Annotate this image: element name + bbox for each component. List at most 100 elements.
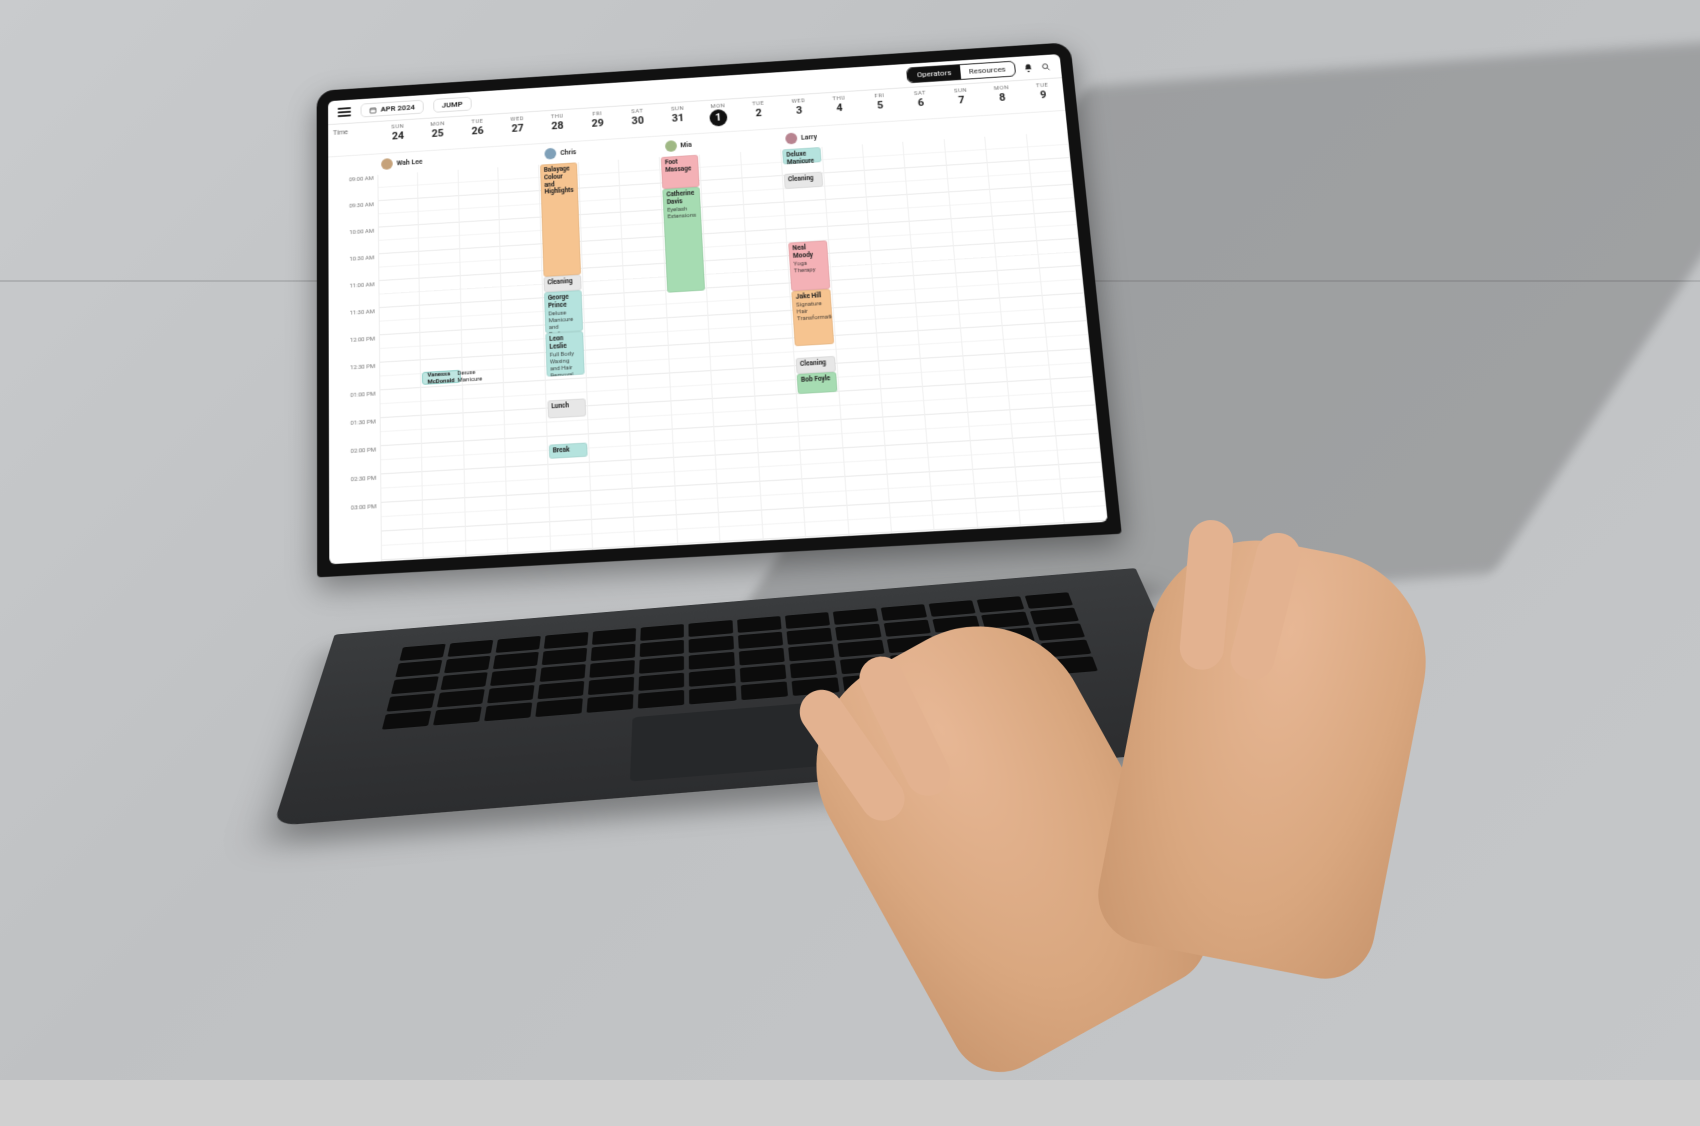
day-number: 6 <box>900 95 942 110</box>
operator-cell <box>904 129 945 132</box>
day-header-cell[interactable]: TUE26 <box>457 114 498 148</box>
day-number: 4 <box>819 100 860 115</box>
jump-label: JUMP <box>442 100 463 110</box>
event-subtitle: Deluxe Manicure and Pedicure <box>548 308 579 333</box>
event-title: Balayage Colour and Highlights <box>544 165 575 196</box>
event-subtitle: Yoga Therapy <box>793 259 824 275</box>
event-title: Bob Foyle <box>801 375 832 385</box>
event-title: Break <box>553 446 584 456</box>
time-label: 01:00 PM <box>329 390 380 421</box>
day-header-cell[interactable]: SUN31 <box>657 101 699 135</box>
calendar-event[interactable]: Cleaning <box>784 172 823 190</box>
calendar-event[interactable]: Neal MoodyYoga Therapy <box>788 240 830 291</box>
day-header-cell[interactable]: MON25 <box>418 117 458 151</box>
day-number: 5 <box>859 98 901 113</box>
time-label: 12:30 PM <box>329 363 380 394</box>
calendar-column[interactable] <box>378 172 424 562</box>
day-header-cell[interactable]: MON1 <box>697 99 739 133</box>
calendar-event[interactable]: Catherine DavisEyelash Extensions <box>662 187 705 293</box>
day-number: 1 <box>709 109 727 127</box>
calendar-grid[interactable]: 09:00 AM09:30 AM10:00 AM10:30 AM11:00 AM… <box>328 131 1108 564</box>
operator-cell <box>502 154 542 157</box>
topbar-left: APR 2024 JUMP <box>338 97 472 119</box>
day-number: 7 <box>941 93 983 108</box>
search-icon[interactable] <box>1041 62 1052 72</box>
calendar-event[interactable]: Jake HillSignature Hair Transformation <box>791 289 833 346</box>
hamburger-menu-icon[interactable] <box>338 107 351 117</box>
event-subtitle: Signature Hair Transformation <box>796 300 828 323</box>
operator-cell <box>823 134 863 137</box>
day-header-cell[interactable]: MON8 <box>980 81 1024 115</box>
day-header-cell[interactable]: TUE9 <box>1021 78 1065 112</box>
day-header-cell[interactable]: SUN7 <box>940 83 984 117</box>
day-header-cell[interactable]: THU28 <box>537 109 578 143</box>
operator-name: Larry <box>801 133 817 141</box>
date-picker-button[interactable]: APR 2024 <box>361 100 424 118</box>
event-title: Cleaning <box>788 175 818 184</box>
day-header-cell[interactable]: FRI5 <box>859 89 902 123</box>
operator-name: Chris <box>560 148 576 156</box>
day-header-cell[interactable]: TUE2 <box>738 96 780 130</box>
day-number: 26 <box>458 124 498 139</box>
day-number: 24 <box>378 129 418 144</box>
operator-cell <box>622 147 662 150</box>
calendar-event[interactable]: Balayage Colour and Highlights <box>540 162 581 277</box>
calendar-event[interactable]: Lunch <box>547 398 586 418</box>
operator-cell[interactable]: Chris <box>542 146 582 160</box>
operator-cell <box>944 126 985 129</box>
operator-name: Mia <box>680 141 692 149</box>
day-header-cell[interactable]: WED3 <box>778 94 821 128</box>
operator-cell <box>1026 121 1067 124</box>
date-label: APR 2024 <box>381 103 415 113</box>
calendar-event[interactable]: Bob Foyle <box>797 372 837 394</box>
operator-cell[interactable]: Wah Lee <box>378 156 422 170</box>
day-number: 3 <box>778 103 819 118</box>
time-label: 10:30 AM <box>328 254 378 284</box>
event-title: Foot Massage <box>665 158 695 175</box>
day-header-cell[interactable]: WED27 <box>497 112 538 146</box>
segment-operators[interactable]: Operators <box>908 65 961 82</box>
avatar <box>545 148 557 160</box>
time-label: 11:00 AM <box>329 281 379 311</box>
time-label: 01:30 PM <box>329 418 380 449</box>
operator-cell <box>582 149 622 152</box>
view-segmented-control[interactable]: Operators Resources <box>906 61 1016 84</box>
time-label: 11:30 AM <box>329 308 379 338</box>
day-header-cell[interactable]: THU4 <box>818 91 861 125</box>
calendar-icon <box>369 106 377 114</box>
event-title: Deluxe Manicure and Pedicure <box>786 150 818 164</box>
scene-screen: APR 2024 JUMP Operators Resources <box>328 54 1108 564</box>
day-number: 31 <box>658 111 699 126</box>
day-header-cell[interactable]: SAT30 <box>617 104 659 138</box>
event-subtitle: Full Body Waxing and Hair Removal <box>550 350 581 377</box>
event-subtitle: Eyelash Extensions <box>667 205 698 221</box>
day-number: 28 <box>537 118 577 133</box>
app-root: APR 2024 JUMP Operators Resources <box>328 54 1108 564</box>
time-label: 02:30 PM <box>329 474 380 505</box>
calendar-event-chip[interactable]: Vanessa McDonaldDeluxe Manicure <box>422 370 460 385</box>
event-title: Cleaning <box>800 359 831 369</box>
operator-cell[interactable]: Mia <box>662 139 703 153</box>
calendar-event[interactable]: Break <box>548 442 587 458</box>
avatar <box>381 158 393 170</box>
calendar-event[interactable]: George PrinceDeluxe Manicure and Pedicur… <box>544 290 583 333</box>
day-number: 29 <box>577 116 618 131</box>
time-label: 03:00 PM <box>329 503 381 534</box>
calendar-event[interactable]: Deluxe Manicure and Pedicure <box>782 147 821 164</box>
segment-resources[interactable]: Resources <box>959 62 1015 79</box>
jump-button[interactable]: JUMP <box>433 97 471 113</box>
day-header-cell[interactable]: SAT6 <box>899 86 942 120</box>
day-header-cell[interactable]: SUN24 <box>378 119 418 153</box>
day-header-cell[interactable]: FRI29 <box>577 107 618 141</box>
calendar-event[interactable]: Leon LeslieFull Body Waxing and Hair Rem… <box>545 331 585 377</box>
operator-cell <box>742 139 782 142</box>
operator-cell[interactable]: Larry <box>782 131 823 145</box>
time-column: 09:00 AM09:30 AM10:00 AM10:30 AM11:00 AM… <box>328 175 382 564</box>
operator-name: Wah Lee <box>397 158 423 167</box>
event-title: Leon Leslie <box>549 334 580 351</box>
operator-cell <box>702 142 742 145</box>
calendar-event[interactable]: Foot Massage <box>661 155 700 189</box>
bell-icon[interactable] <box>1023 63 1034 73</box>
avatar <box>785 133 798 145</box>
time-label: 02:00 PM <box>329 446 380 477</box>
